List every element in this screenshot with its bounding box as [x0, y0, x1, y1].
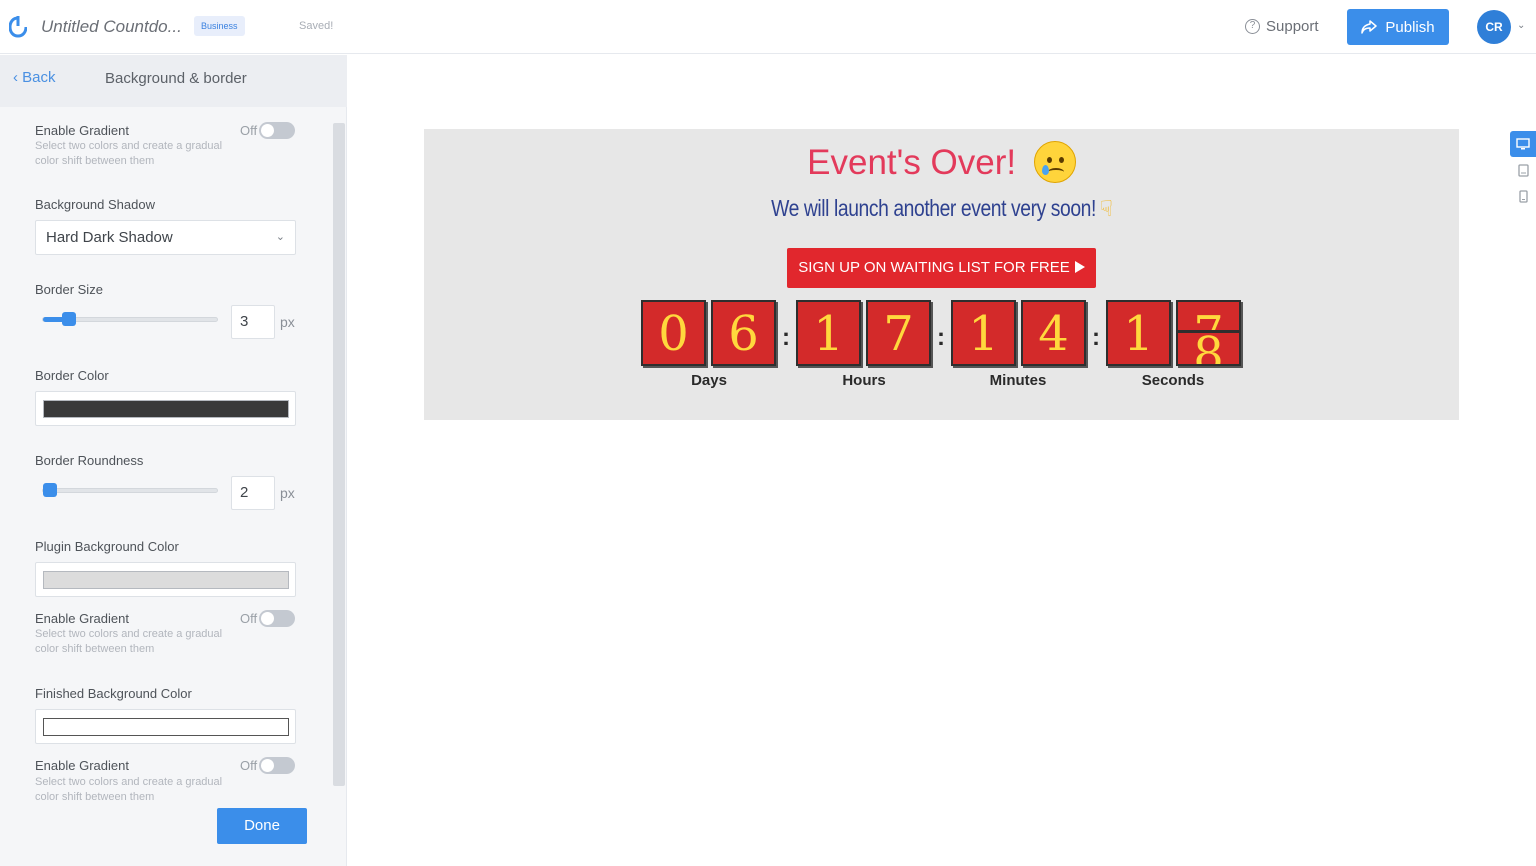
digit-seconds-ones-flipping: 7 8	[1176, 300, 1241, 366]
roundness-slider[interactable]	[42, 483, 218, 497]
gradient-1-label: Enable Gradient	[35, 123, 129, 138]
digit-minutes-ones: 4	[1021, 300, 1086, 366]
headline-text: Event's Over!	[807, 143, 1017, 182]
border-size-input[interactable]: 3	[231, 305, 275, 339]
seconds-label: Seconds	[1141, 372, 1205, 389]
plugin-bg-label: Plugin Background Color	[35, 539, 179, 554]
publish-label: Publish	[1385, 18, 1435, 36]
settings-panel: ‹ Back Background & border Enable Gradie…	[0, 55, 347, 866]
panel-header: ‹ Back Background & border	[0, 55, 347, 107]
done-button[interactable]: Done	[217, 808, 307, 844]
gradient-2-toggle[interactable]: Off	[240, 610, 296, 627]
finished-bg-swatch	[43, 718, 289, 736]
days-label: Days	[691, 372, 727, 389]
gradient-3-state: Off	[240, 758, 258, 773]
subheadline-text: We will launch another event very soon!	[771, 195, 1096, 221]
support-link[interactable]: ? Support	[1245, 18, 1319, 35]
plugin-bg-picker[interactable]	[35, 562, 296, 597]
digit-minutes-tens: 1	[951, 300, 1016, 366]
slider-thumb[interactable]	[43, 483, 57, 497]
roundness-input[interactable]: 2	[231, 476, 275, 510]
shadow-value: Hard Dark Shadow	[46, 229, 173, 246]
gradient-3-toggle[interactable]: Off	[240, 757, 296, 774]
border-color-picker[interactable]	[35, 391, 296, 426]
question-circle-icon: ?	[1245, 19, 1260, 34]
toggle-switch[interactable]	[259, 122, 296, 139]
countdown-preview[interactable]: Event's Over! We will launch another eve…	[424, 129, 1459, 420]
chevron-down-icon: ⌄	[275, 231, 285, 243]
border-color-swatch	[43, 400, 289, 418]
panel-title: Background & border	[105, 70, 247, 87]
gradient-1-state: Off	[240, 123, 258, 138]
gradient-2-label: Enable Gradient	[35, 611, 129, 626]
gradient-2-hint: Select two colors and create a gradual c…	[35, 628, 223, 655]
border-color-label: Border Color	[35, 368, 109, 383]
gradient-2-state: Off	[240, 611, 258, 626]
roundness-unit: px	[280, 485, 295, 501]
mobile-view-button[interactable]	[1510, 183, 1536, 209]
separator-colon: :	[937, 324, 945, 351]
waiting-list-button[interactable]: SIGN UP ON WAITING LIST FOR FREE	[787, 248, 1096, 288]
toggle-switch[interactable]	[259, 610, 296, 627]
hours-label: Hours	[842, 372, 886, 389]
border-size-unit: px	[280, 314, 295, 330]
flip-bottom-half: 8	[1178, 333, 1239, 364]
separator-colon: :	[1092, 324, 1100, 351]
top-bar: Untitled Countdo... Business Saved! ? Su…	[0, 0, 1536, 54]
gradient-3-label: Enable Gradient	[35, 758, 129, 773]
gradient-1-toggle[interactable]: Off	[240, 122, 296, 139]
headline: Event's Over!	[424, 140, 1459, 183]
desktop-view-button[interactable]	[1510, 131, 1536, 157]
toggle-switch[interactable]	[259, 757, 296, 774]
device-switcher	[1509, 130, 1536, 210]
support-label: Support	[1266, 18, 1319, 35]
finished-bg-picker[interactable]	[35, 709, 296, 744]
mobile-icon	[1518, 189, 1528, 203]
back-button[interactable]: ‹ Back	[13, 69, 56, 86]
save-status: Saved!	[299, 20, 334, 32]
publish-button[interactable]: Publish	[1347, 9, 1449, 45]
digit-hours-tens: 1	[796, 300, 861, 366]
play-arrow-icon	[1074, 261, 1085, 274]
border-size-label: Border Size	[35, 282, 103, 297]
plugin-bg-swatch	[43, 571, 289, 589]
slider-thumb[interactable]	[62, 312, 76, 326]
chevron-down-icon[interactable]: ⌄	[1517, 20, 1525, 31]
finished-bg-label: Finished Background Color	[35, 686, 192, 701]
roundness-label: Border Roundness	[35, 453, 144, 468]
crying-face-icon	[1033, 140, 1076, 183]
digit-hours-ones: 7	[866, 300, 931, 366]
digit-days-ones: 6	[711, 300, 776, 366]
digit-seconds-tens: 1	[1106, 300, 1171, 366]
tablet-view-button[interactable]	[1510, 157, 1536, 183]
desktop-icon	[1516, 138, 1530, 150]
avatar[interactable]: CR	[1477, 10, 1511, 44]
cta-label: SIGN UP ON WAITING LIST FOR FREE	[798, 259, 1070, 276]
document-title[interactable]: Untitled Countdo...	[41, 17, 182, 37]
logo-icon[interactable]	[9, 16, 27, 38]
flip-bottom-digit: 8	[1193, 333, 1224, 364]
subheadline: We will launch another event very soon! ☟	[507, 195, 1376, 222]
panel-scrollbar[interactable]	[333, 123, 345, 786]
separator-colon: :	[782, 324, 790, 351]
back-label: Back	[22, 69, 56, 86]
gradient-3-hint: Select two colors and create a gradual c…	[35, 776, 223, 803]
plan-badge: Business	[194, 16, 245, 36]
flip-top-half: 7	[1178, 302, 1239, 333]
minutes-label: Minutes	[989, 372, 1047, 389]
shadow-select[interactable]: Hard Dark Shadow ⌄	[35, 220, 296, 255]
share-icon	[1361, 20, 1378, 34]
digit-days-tens: 0	[641, 300, 706, 366]
pointing-down-icon: ☟	[1100, 196, 1113, 221]
border-size-slider[interactable]	[42, 312, 218, 326]
shadow-label: Background Shadow	[35, 197, 155, 212]
tablet-icon	[1517, 163, 1529, 177]
gradient-1-hint: Select two colors and create a gradual c…	[35, 140, 223, 167]
